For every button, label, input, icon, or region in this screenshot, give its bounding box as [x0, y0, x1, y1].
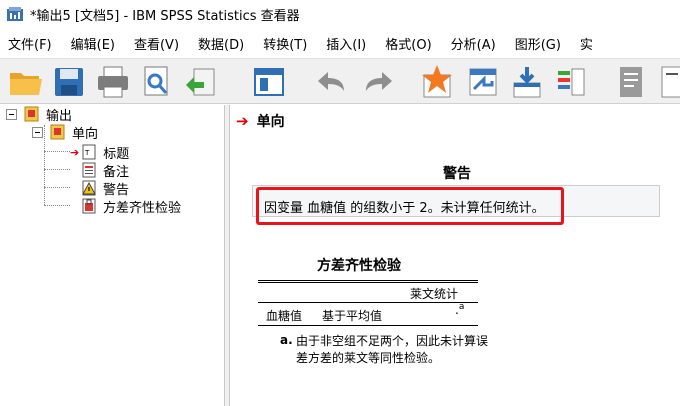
- footnote-text: 由于非空组不足两个，因此未计算误差方差的莱文等同性检验。: [296, 334, 489, 365]
- menu-analyze[interactable]: 分析(A): [443, 34, 507, 53]
- section-header: ➔ 单向: [236, 111, 285, 131]
- outline-node-notes[interactable]: 备注: [80, 161, 130, 180]
- outline-node-title[interactable]: ➔ T 标题: [70, 143, 130, 162]
- current-item-arrow-icon: ➔: [70, 145, 80, 159]
- menu-graphs[interactable]: 图形(G): [507, 34, 572, 53]
- menu-bar: 文件(F) 编辑(E) 查看(V) 数据(D) 转换(T) 插入(I) 格式(O…: [0, 30, 680, 56]
- window-title: *输出5 [文档5] - IBM SPSS Statistics 查看器: [30, 8, 300, 24]
- outline-label-title: 标题: [103, 146, 130, 162]
- print-icon[interactable]: [94, 63, 132, 101]
- outline-label-notes: 备注: [103, 164, 130, 180]
- notes-doc-icon: [82, 162, 96, 178]
- menu-utilities[interactable]: 实: [572, 34, 604, 53]
- goto-variable-icon[interactable]: [508, 63, 546, 101]
- outline-node-warnings[interactable]: 警告: [80, 179, 130, 198]
- menu-insert[interactable]: 插入(I): [318, 34, 377, 53]
- row-sublabel: 基于平均值: [322, 309, 383, 323]
- outline-node-oneway[interactable]: 单向: [32, 123, 99, 142]
- outline-pane[interactable]: 输出 单向 ➔ T 标题 备注 警告 方差齐性检验: [0, 105, 224, 406]
- goto-data-icon[interactable]: [418, 63, 456, 101]
- footnote-label: a.: [280, 333, 293, 347]
- warning-icon: [82, 180, 96, 196]
- collapse-toggle[interactable]: [6, 108, 17, 120]
- header-rule: [258, 302, 478, 303]
- outline-label-output: 输出: [46, 108, 73, 124]
- oneway-book-icon: [50, 124, 65, 140]
- outline-node-homogeneity[interactable]: 方差齐性检验: [80, 197, 182, 216]
- outline-label-warnings: 警告: [103, 182, 130, 198]
- outline-label-homogeneity: 方差齐性检验: [103, 200, 182, 216]
- output-content-pane[interactable]: ➔ 单向 警告 因变量 血糖值 的组数小于 2。未计算任何统计。 方差齐性检验 …: [230, 105, 680, 406]
- table-top-rule: [258, 282, 478, 283]
- column-header: 莱文统计: [410, 287, 459, 301]
- title-doc-icon: T: [82, 144, 96, 160]
- table-lock-icon: [82, 198, 96, 214]
- print-preview-icon[interactable]: [138, 63, 176, 101]
- open-folder-icon[interactable]: [6, 63, 44, 101]
- save-icon[interactable]: [50, 63, 88, 101]
- spss-app-icon: [7, 7, 23, 21]
- variables-icon[interactable]: [552, 63, 590, 101]
- highlight-frame: [256, 187, 564, 225]
- tree-line: [44, 187, 70, 188]
- cell-footnote-marker: a: [458, 302, 465, 312]
- export-icon[interactable]: [182, 63, 220, 101]
- table-bottom-rule: [258, 325, 478, 326]
- tree-line: [44, 169, 70, 170]
- toolbar: [0, 58, 680, 104]
- tree-line: [44, 151, 70, 152]
- page-icon[interactable]: [656, 63, 680, 101]
- title-bar: *输出5 [文档5] - IBM SPSS Statistics 查看器: [0, 0, 680, 28]
- menu-view[interactable]: 查看(V): [126, 34, 190, 53]
- table-top-rule: [258, 280, 478, 281]
- outline-node-output[interactable]: 输出: [6, 105, 73, 124]
- recall-dialog-icon[interactable]: [250, 63, 288, 101]
- outline-label-oneway: 单向: [72, 126, 99, 142]
- undo-icon[interactable]: [312, 63, 350, 101]
- section-title: 单向: [256, 114, 285, 130]
- notes-icon[interactable]: [612, 63, 650, 101]
- menu-format[interactable]: 格式(O): [377, 34, 442, 53]
- tree-line: [44, 205, 70, 206]
- homogeneity-table-title: 方差齐性检验: [317, 258, 401, 274]
- svg-text:T: T: [84, 149, 90, 157]
- redo-icon[interactable]: [360, 63, 398, 101]
- collapse-toggle[interactable]: [32, 126, 43, 138]
- goto-case-icon[interactable]: [464, 63, 502, 101]
- row-label: 血糖值: [266, 309, 303, 323]
- current-section-arrow-icon: ➔: [236, 112, 249, 130]
- output-book-icon: [24, 106, 39, 122]
- menu-file[interactable]: 文件(F): [0, 34, 63, 53]
- menu-edit[interactable]: 编辑(E): [63, 34, 126, 53]
- menu-data[interactable]: 数据(D): [190, 34, 255, 53]
- warnings-title: 警告: [443, 166, 471, 182]
- menu-transform[interactable]: 转换(T): [255, 34, 318, 53]
- table-cell-value: .a: [455, 302, 464, 317]
